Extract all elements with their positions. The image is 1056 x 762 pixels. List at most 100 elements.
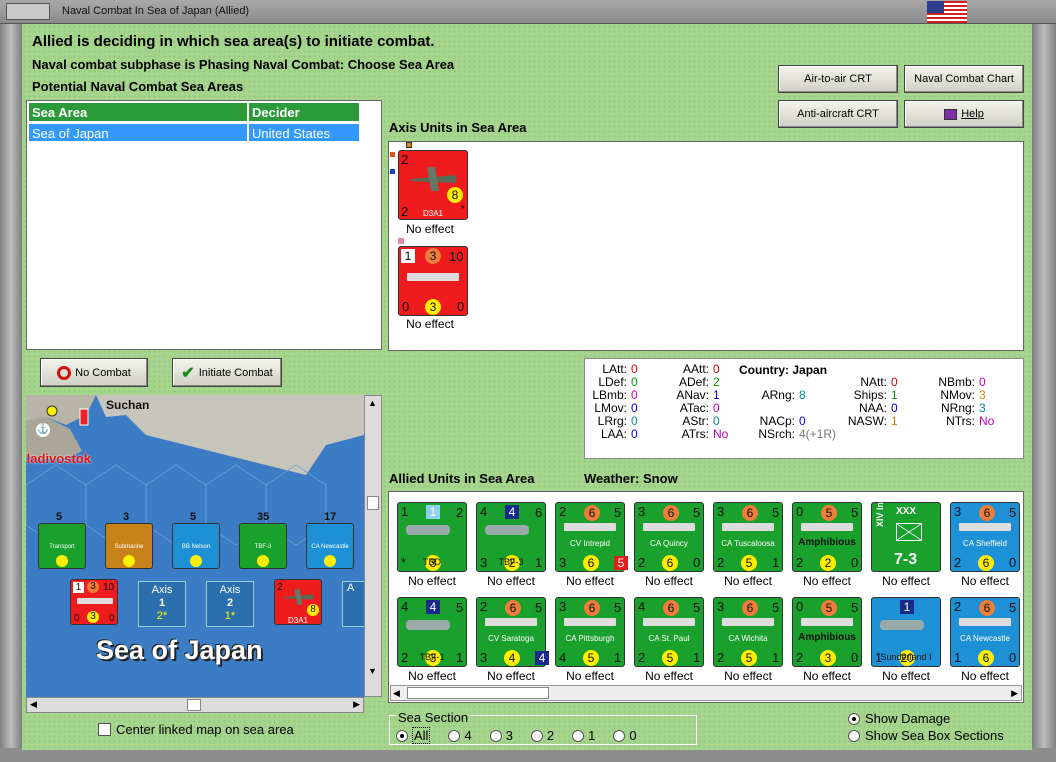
map-stack-counter[interactable]: Transport xyxy=(38,523,86,569)
sea-section-radio[interactable] xyxy=(530,729,543,742)
stack-count: 5 xyxy=(56,511,63,523)
allied-unit-counter[interactable]: 3 6 5 2 5 1 CA Wichita xyxy=(713,597,783,667)
unit-stat-tm: 6 xyxy=(584,505,600,521)
unit-stat-bl: 2 xyxy=(954,555,962,570)
axis-unit-ship[interactable]: 1 3 10 0 3 0 xyxy=(398,246,468,316)
sea-section-option[interactable]: 4 xyxy=(448,727,472,744)
allied-unit-counter[interactable]: 3 6 5 4 5 1 CA Pittsburgh xyxy=(555,597,625,667)
allied-unit-counter[interactable]: 2 6 5 3 4 4 CV Saratoga xyxy=(476,597,549,667)
initiate-combat-button[interactable]: ✔ Initiate Combat xyxy=(172,358,282,387)
allied-unit-counter[interactable]: 4 6 5 2 5 1 CA St. Paul xyxy=(634,597,704,667)
no-combat-button[interactable]: No Combat xyxy=(40,358,148,387)
axis-box-1[interactable]: Axis 1 2* xyxy=(138,581,186,627)
unit-stat-tl: 3 xyxy=(954,504,962,519)
unit-effect: No effect xyxy=(803,669,851,683)
sea-section-label: 4 xyxy=(464,728,472,743)
unit-stat-tm: 6 xyxy=(979,505,995,521)
info-key: NTrs: xyxy=(946,414,975,428)
allied-unit-counter[interactable]: 0 5 5 2 2 0 Amphibious xyxy=(792,502,862,572)
scroll-thumb[interactable] xyxy=(367,496,379,510)
system-menu-button[interactable] xyxy=(6,3,50,20)
sea-section-radio[interactable] xyxy=(448,729,461,742)
center-map-checkbox-row[interactable]: Center linked map on sea area xyxy=(98,722,294,737)
center-map-checkbox[interactable] xyxy=(98,723,111,736)
sea-section-option[interactable]: 3 xyxy=(489,727,513,744)
anti-aircraft-crt-button[interactable]: Anti-aircraft CRT xyxy=(778,100,898,128)
box-search: 1* xyxy=(224,610,236,622)
allied-unit-counter[interactable]: 1 1 2 * 3 TBD xyxy=(397,502,467,572)
linked-map[interactable]: Suchan Vladivostok ⚓ Sea of Japan 5 Trans… xyxy=(26,395,364,697)
sea-section-radio[interactable] xyxy=(396,729,408,742)
show-damage-option[interactable]: Show Damage xyxy=(848,711,950,726)
sea-section-radio[interactable] xyxy=(489,729,502,742)
axis-box-3[interactable]: A xyxy=(342,581,364,627)
allied-unit-counter[interactable]: 3 6 5 2 6 0 CA Quincy xyxy=(634,502,704,572)
map-vertical-scrollbar[interactable]: ▲ ▼ xyxy=(364,395,382,697)
axis-unit-d3a1[interactable]: 2 8 2 * D3A1 xyxy=(398,150,468,220)
air-to-air-label: Air-to-air CRT xyxy=(804,73,872,85)
unit-stat-tr: 6 xyxy=(535,505,543,520)
map-counter[interactable]: 1 3 10 0 3 0 xyxy=(70,579,118,625)
map-red-unit[interactable]: 1 3 10 0 3 0 xyxy=(70,579,120,627)
unit-stat-br: 1 xyxy=(614,650,622,665)
map-stack-counter[interactable]: TBF-3 xyxy=(239,523,287,569)
allied-unit-counter[interactable]: 4 4 5 2 3 1 TBF-1 xyxy=(397,597,467,667)
allied-unit-counter[interactable]: 2 6 5 1 6 0 CA Newcastle xyxy=(950,597,1020,667)
allied-unit-counter[interactable]: 4 4 6 3 2 1 TBF-3 xyxy=(476,502,546,572)
show-boxes-radio[interactable] xyxy=(848,729,860,742)
right-border xyxy=(1032,24,1056,762)
unit-stat-tl: 2 xyxy=(954,599,962,614)
naval-combat-chart-button[interactable]: Naval Combat Chart xyxy=(904,65,1024,93)
sea-section-radio[interactable] xyxy=(613,729,626,742)
scroll-up-icon[interactable]: ▲ xyxy=(368,398,377,408)
allied-unit-counter[interactable]: 1 1 20 Sunderland I xyxy=(871,597,941,667)
info-key: NSrch: xyxy=(758,427,795,441)
scroll-right-icon[interactable]: ▶ xyxy=(353,699,360,710)
unit-stat-tm: 6 xyxy=(663,600,679,616)
scroll-thumb[interactable] xyxy=(407,687,549,699)
left-border xyxy=(0,24,22,762)
ship-silhouette-icon xyxy=(959,618,1011,626)
allied-scrollbar[interactable]: ◀ ▶ xyxy=(390,685,1022,701)
allied-unit-counter[interactable]: 3 6 5 2 5 1 CA Tuscaloosa xyxy=(713,502,783,572)
map-stack-counter[interactable]: CA Newcastle xyxy=(306,523,354,569)
sea-section-option[interactable]: 2 xyxy=(530,727,554,744)
info-col1-keys: LAtt: LDef: LBmb: LMov: LRrg: LAA: xyxy=(585,363,627,441)
scroll-down-icon[interactable]: ▼ xyxy=(368,666,377,676)
sea-section-radio[interactable] xyxy=(572,729,585,742)
map-horizontal-scrollbar[interactable]: ◀ ▶ xyxy=(26,697,364,713)
sea-section-option[interactable]: 1 xyxy=(572,727,595,744)
map-stat: 8 xyxy=(307,604,319,616)
unit-name: XIV Inf xyxy=(875,499,885,528)
map-red-aircraft[interactable]: 2 8 D3A1 xyxy=(274,579,322,625)
col-decider[interactable]: Decider xyxy=(248,102,360,122)
unit-stat-mid: 3 xyxy=(820,650,836,666)
aircraft-silhouette-icon xyxy=(406,620,450,630)
allied-unit-counter[interactable]: 2 6 5 3 6 5 CV Intrepid xyxy=(555,502,628,572)
sea-section-option[interactable]: 0 xyxy=(613,727,637,744)
allied-unit-counter[interactable]: 0 5 5 2 3 0 Amphibious xyxy=(792,597,862,667)
air-to-air-crt-button[interactable]: Air-to-air CRT xyxy=(778,65,898,93)
map-stack-counter[interactable]: BB Nelson xyxy=(172,523,220,569)
allied-unit-counter[interactable]: 3 6 5 2 6 0 CA Sheffield xyxy=(950,502,1020,572)
unit-stat-tr: 5 xyxy=(535,600,543,615)
ship-silhouette-icon xyxy=(643,523,695,531)
scroll-thumb[interactable] xyxy=(187,699,201,711)
table-row[interactable]: Sea of Japan United States xyxy=(28,123,380,142)
scroll-right-icon[interactable]: ▶ xyxy=(1011,688,1018,699)
port-anchor-icon: ⚓ xyxy=(36,423,50,437)
scroll-left-icon[interactable]: ◀ xyxy=(30,699,37,710)
map-counter[interactable]: 2 8 D3A1 xyxy=(274,579,322,625)
sea-section-option[interactable]: All xyxy=(396,727,431,744)
unit-stat-tr: 5 xyxy=(772,600,780,615)
axis-box-2[interactable]: Axis 2 1* xyxy=(206,581,254,627)
allied-unit-counter[interactable]: XXX 7-3 XIV Inf xyxy=(871,499,941,572)
show-damage-radio[interactable] xyxy=(848,712,860,725)
help-button[interactable]: Help xyxy=(904,100,1024,128)
map-stack-counter[interactable]: Submarine xyxy=(105,523,153,569)
show-boxes-option[interactable]: Show Sea Box Sections xyxy=(848,728,1004,743)
map-stat: 3 xyxy=(87,611,99,623)
col-sea-area[interactable]: Sea Area xyxy=(28,102,248,122)
scroll-left-icon[interactable]: ◀ xyxy=(393,688,400,699)
sea-area-list[interactable]: Sea Area Decider Sea of Japan United Sta… xyxy=(26,100,382,350)
